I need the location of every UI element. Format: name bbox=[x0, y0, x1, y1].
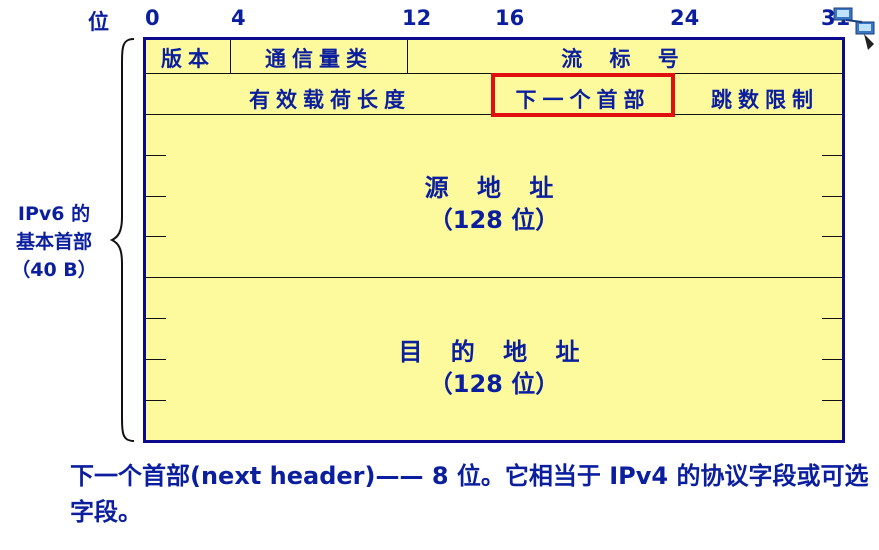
bit-tick-16: 16 bbox=[495, 6, 525, 30]
bit-tick-4: 4 bbox=[231, 6, 246, 30]
left-brace bbox=[109, 38, 135, 442]
side-label-line2: 基本首部 bbox=[15, 231, 92, 253]
field-traffic-class: 通信量类 bbox=[265, 47, 373, 71]
field-flow-label: 流 标 号 bbox=[561, 47, 689, 71]
side-label-line3: （40 B） bbox=[11, 259, 97, 281]
field-hop-limit: 跳数限制 bbox=[711, 88, 819, 112]
tick-mark bbox=[146, 155, 166, 156]
side-label-line1: IPv6 的 bbox=[17, 203, 91, 225]
bit-axis-label: 位 bbox=[88, 10, 109, 34]
tick-mark bbox=[822, 318, 842, 319]
field-destination-size: （128 位） bbox=[428, 370, 560, 398]
tick-mark bbox=[146, 400, 166, 401]
field-source-size: （128 位） bbox=[428, 206, 560, 234]
field-payload-length: 有效载荷长度 bbox=[249, 88, 411, 112]
field-destination-address: 目 的 地 址 bbox=[398, 338, 590, 366]
tick-mark bbox=[822, 400, 842, 401]
row-divider-3 bbox=[146, 277, 842, 278]
tick-mark bbox=[146, 318, 166, 319]
header-size-label: IPv6 的 基本首部 （40 B） bbox=[2, 200, 106, 284]
bit-tick-12: 12 bbox=[402, 6, 432, 30]
bit-tick-0: 0 bbox=[145, 6, 160, 30]
field-version: 版本 bbox=[161, 47, 215, 71]
next-header-highlight bbox=[491, 73, 675, 117]
tick-mark bbox=[822, 236, 842, 237]
tick-mark bbox=[146, 236, 166, 237]
bit-tick-24: 24 bbox=[670, 6, 700, 30]
field-source-address: 源 地 址 bbox=[424, 174, 564, 202]
explanatory-note: 下一个首部(next header)—— 8 位。它相当于 IPv4 的协议字段… bbox=[70, 462, 869, 526]
tick-mark bbox=[822, 155, 842, 156]
